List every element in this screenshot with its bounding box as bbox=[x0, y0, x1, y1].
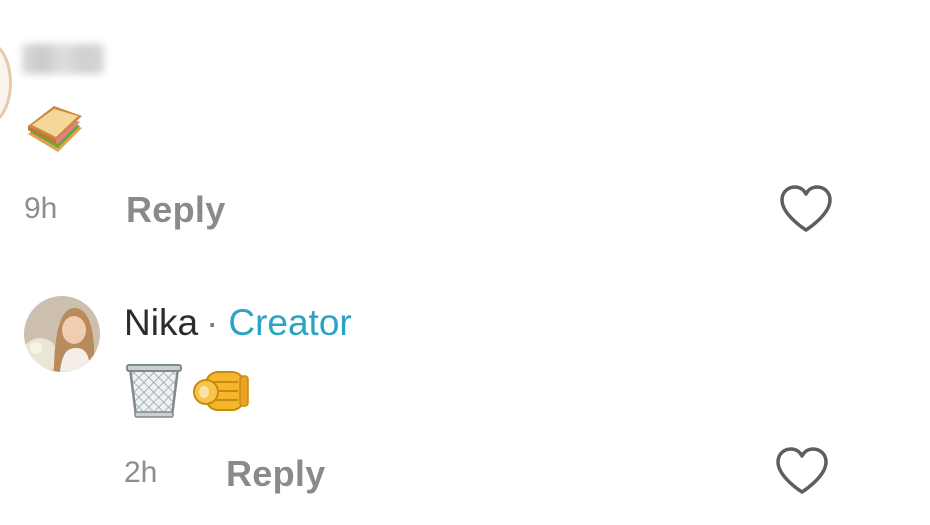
wastebasket-emoji-icon bbox=[124, 362, 184, 425]
timestamp: 2h bbox=[124, 456, 158, 489]
blurred-username[interactable] bbox=[22, 44, 104, 74]
author-name[interactable]: Nika bbox=[124, 302, 198, 343]
comment-author-row: Nika · Creator bbox=[124, 302, 352, 344]
like-heart-icon[interactable] bbox=[778, 184, 834, 239]
pointing-hand-emoji-icon bbox=[188, 362, 250, 425]
reply-button[interactable]: Reply bbox=[126, 189, 226, 231]
separator-dot: · bbox=[206, 302, 219, 343]
avatar[interactable] bbox=[24, 296, 100, 372]
reply-button[interactable]: Reply bbox=[226, 453, 326, 495]
like-heart-icon[interactable] bbox=[774, 446, 830, 501]
avatar-partial[interactable] bbox=[0, 40, 12, 126]
timestamp: 9h bbox=[24, 192, 58, 225]
sandwich-emoji-icon bbox=[24, 104, 86, 159]
creator-badge: Creator bbox=[228, 302, 352, 343]
